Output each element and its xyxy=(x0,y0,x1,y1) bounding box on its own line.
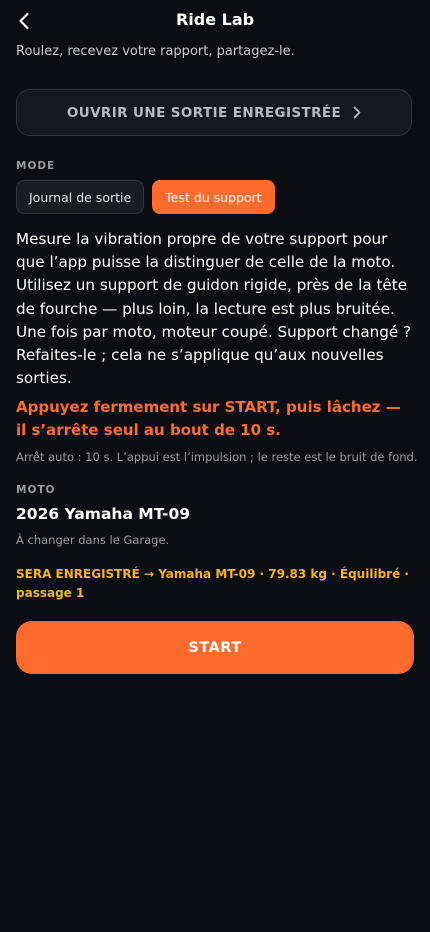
moto-name: 2026 Yamaha MT-09 xyxy=(16,505,191,523)
chevron-right-icon xyxy=(353,106,361,119)
autostop-note: Arrêt auto : 10 s. L’appui est l’impulsi… xyxy=(16,450,418,464)
start-button-label: START xyxy=(188,639,242,656)
start-button[interactable]: START xyxy=(16,621,414,674)
page-title: Ride Lab xyxy=(175,10,255,29)
open-saved-ride-label: OUVRIR UNE SORTIE ENREGISTRÉE xyxy=(66,104,342,121)
mode-option-label: Test du support xyxy=(165,189,262,205)
mount-test-description: Mesure la vibration propre de votre supp… xyxy=(16,230,412,388)
page-subtitle: Roulez, recevez votre rapport, partagez-… xyxy=(16,44,295,59)
moto-section-label: MOTO xyxy=(16,484,56,496)
mode-option-ride-log[interactable]: Journal de sortie xyxy=(16,180,145,214)
mode-section-label: MODE xyxy=(16,160,56,172)
mode-segmented-control: Journal de sortie Test du support xyxy=(16,180,275,214)
garage-hint: À changer dans le Garage. xyxy=(16,533,170,547)
mode-option-label: Journal de sortie xyxy=(29,189,132,205)
start-instruction: Appuyez fermement sur START, puis lâchez… xyxy=(16,398,401,439)
header: Ride Lab xyxy=(0,0,430,42)
open-saved-ride-button[interactable]: OUVRIR UNE SORTIE ENREGISTRÉE xyxy=(16,89,412,136)
record-target-info: SERA ENREGISTRÉ → Yamaha MT-09 · 79.83 k… xyxy=(16,567,409,600)
mode-option-mount-test[interactable]: Test du support xyxy=(152,180,275,214)
